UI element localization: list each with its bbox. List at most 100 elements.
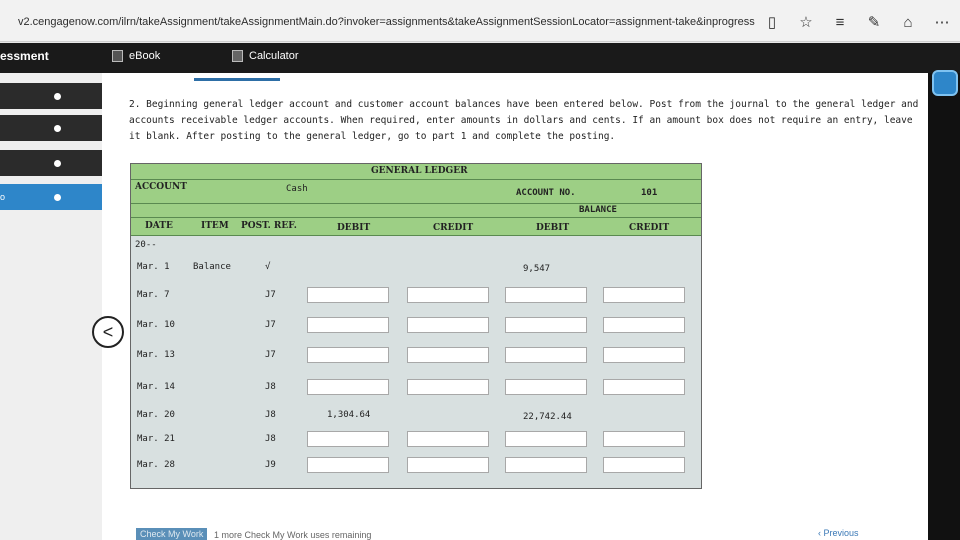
balance-credit-input[interactable]: [603, 347, 685, 363]
question-nav: o: [0, 73, 102, 540]
active-tab-indicator: [194, 78, 280, 81]
ebook-label: eBook: [129, 50, 161, 62]
row-date: Mar. 21: [137, 434, 175, 444]
check-remaining-text: 1 more Check My Work uses remaining: [214, 530, 372, 540]
row-balance-debit: 22,742.44: [523, 412, 572, 422]
calculator-icon: [232, 50, 243, 62]
row-date: Mar. 7: [137, 290, 170, 300]
web-note-icon[interactable]: ✎: [866, 13, 882, 31]
year-row: 20--: [131, 238, 701, 256]
ebook-button[interactable]: eBook: [112, 50, 160, 62]
col-balance-credit: CREDIT: [629, 223, 670, 233]
hub-icon[interactable]: ≡: [832, 14, 848, 31]
ledger-title: GENERAL LEDGER: [371, 166, 468, 176]
credit-input[interactable]: [407, 457, 489, 473]
row-item: Balance: [193, 262, 231, 272]
credit-input[interactable]: [407, 317, 489, 333]
nav-dot-icon: [54, 194, 61, 201]
ledger-row: Mar. 21 J8: [131, 428, 701, 454]
debit-input[interactable]: [307, 379, 389, 395]
row-post-ref: √: [265, 262, 271, 272]
row-post-ref: J8: [265, 434, 276, 444]
question-text: 2. Beginning general ledger account and …: [129, 99, 919, 142]
previous-link[interactable]: ‹ Previous: [818, 528, 859, 538]
account-name: Cash: [286, 184, 308, 194]
row-post-ref: J7: [265, 320, 276, 330]
nav-dot-icon: [54, 125, 61, 132]
main-content: 2. Beginning general ledger account and …: [102, 73, 928, 540]
balance-debit-input[interactable]: [505, 457, 587, 473]
balance-credit-input[interactable]: [603, 457, 685, 473]
ledger-year: 20--: [135, 240, 157, 250]
balance-debit-input[interactable]: [505, 317, 587, 333]
calculator-button[interactable]: Calculator: [232, 50, 299, 62]
debit-input[interactable]: [307, 431, 389, 447]
row-date: Mar. 14: [137, 382, 175, 392]
previous-label: Previous: [823, 528, 859, 538]
browser-toolbar: v2.cengagenow.com/ilrn/takeAssignment/ta…: [0, 0, 960, 42]
debit-input[interactable]: [307, 287, 389, 303]
row-date: Mar. 20: [137, 410, 175, 420]
ledger-title-row: GENERAL LEDGER: [131, 164, 701, 180]
row-date: Mar. 28: [137, 460, 175, 470]
nav-dot-icon: [54, 160, 61, 167]
credit-input[interactable]: [407, 287, 489, 303]
col-date: DATE: [145, 221, 173, 231]
credit-input[interactable]: [407, 379, 489, 395]
row-date: Mar. 10: [137, 320, 175, 330]
ledger-account-row: ACCOUNT Cash ACCOUNT NO. 101: [131, 180, 701, 204]
balance-credit-input[interactable]: [603, 287, 685, 303]
ledger-row: Mar. 14 J8: [131, 376, 701, 402]
balance-credit-input[interactable]: [603, 379, 685, 395]
balance-debit-input[interactable]: [505, 347, 587, 363]
nav-item-2[interactable]: [0, 115, 102, 141]
debit-input[interactable]: [307, 317, 389, 333]
credit-input[interactable]: [407, 431, 489, 447]
row-post-ref: J7: [265, 290, 276, 300]
row-balance-debit: 9,547: [523, 264, 551, 274]
balance-debit-input[interactable]: [505, 379, 587, 395]
share-icon[interactable]: ⌂: [900, 14, 916, 31]
nav-dot-icon: [54, 93, 61, 100]
more-icon[interactable]: ⋯: [934, 13, 950, 31]
balance-debit-input[interactable]: [505, 287, 587, 303]
check-my-work-button[interactable]: Check My Work: [136, 528, 208, 540]
row-post-ref: J8: [265, 410, 276, 420]
row-post-ref: J8: [265, 382, 276, 392]
col-post-ref: POST. REF.: [241, 221, 297, 231]
ledger-row: Mar. 28 J9: [131, 454, 701, 480]
nav-item-1[interactable]: [0, 83, 102, 109]
row-post-ref: J7: [265, 350, 276, 360]
row-post-ref: J9: [265, 460, 276, 470]
browser-actions: ▯ ☆ ≡ ✎ ⌂ ⋯: [764, 13, 950, 32]
ledger-row: Mar. 10 J7: [131, 314, 701, 340]
calculator-label: Calculator: [249, 50, 299, 62]
balance-credit-input[interactable]: [603, 317, 685, 333]
row-date: Mar. 13: [137, 350, 175, 360]
app-title: essment: [0, 49, 49, 63]
balance-credit-input[interactable]: [603, 431, 685, 447]
balance-debit-input[interactable]: [505, 431, 587, 447]
row-date: Mar. 1: [137, 262, 170, 272]
scroll-top-button[interactable]: [932, 70, 958, 96]
ledger-row: Mar. 7 J7: [131, 284, 701, 310]
account-no-label: ACCOUNT NO.: [516, 188, 576, 198]
row-debit: 1,304.64: [327, 410, 371, 420]
nav-item-4[interactable]: o: [0, 184, 102, 210]
account-no: 101: [641, 188, 658, 198]
favorite-star-icon[interactable]: ☆: [798, 13, 814, 31]
col-item: ITEM: [201, 221, 229, 231]
debit-input[interactable]: [307, 457, 389, 473]
credit-input[interactable]: [407, 347, 489, 363]
debit-input[interactable]: [307, 347, 389, 363]
reading-view-icon[interactable]: ▯: [764, 13, 780, 31]
ledger-columns: DATE ITEM POST. REF. DEBIT CREDIT DEBIT …: [131, 218, 701, 236]
col-balance-debit: DEBIT: [536, 223, 570, 233]
previous-question-button[interactable]: <: [92, 316, 124, 348]
book-icon: [112, 50, 123, 62]
ledger-row: Mar. 13 J7: [131, 344, 701, 370]
chevron-left-icon: <: [102, 322, 114, 342]
nav-item-3[interactable]: [0, 150, 102, 176]
address-bar[interactable]: v2.cengagenow.com/ilrn/takeAssignment/ta…: [18, 16, 755, 28]
balance-label: BALANCE: [579, 205, 617, 215]
